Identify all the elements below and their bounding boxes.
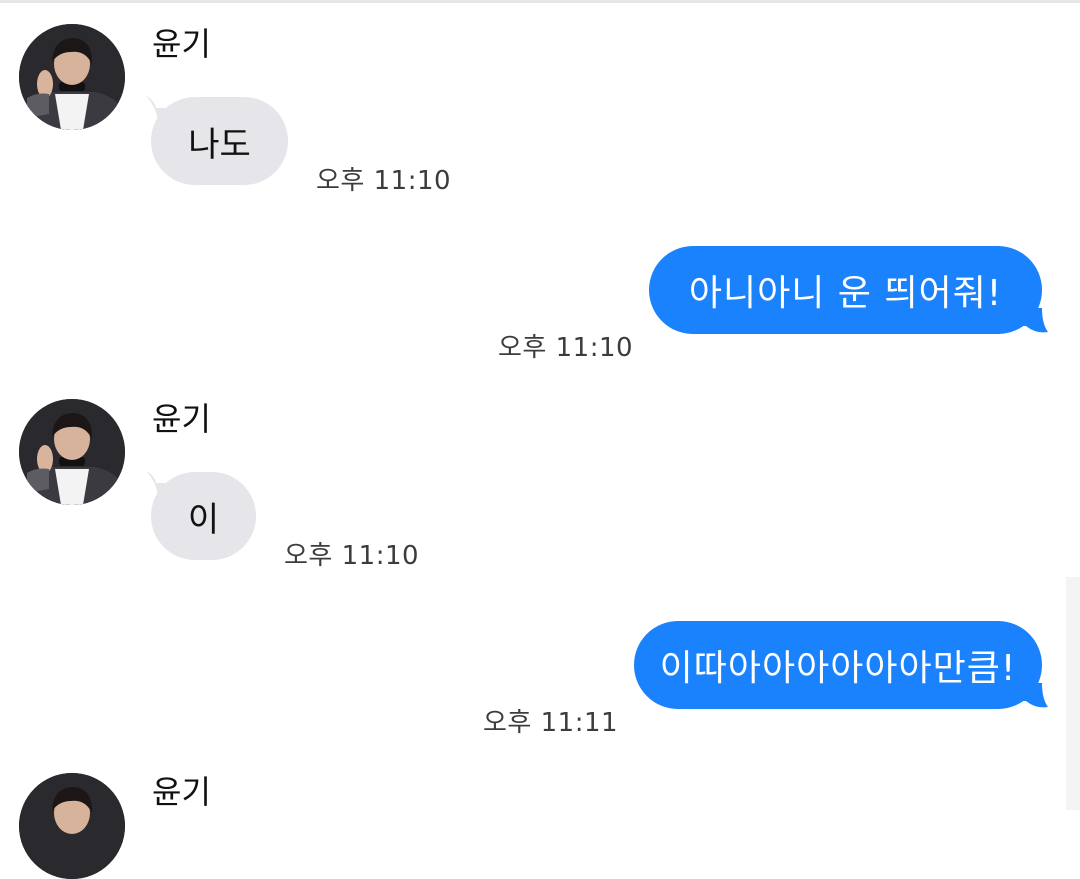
message-text: 이 bbox=[187, 499, 220, 540]
message-bubble-outgoing[interactable]: 아니아니 운 띄어줘! bbox=[649, 246, 1042, 334]
message-text: 아니아니 운 띄어줘! bbox=[688, 273, 1003, 314]
sender-name: 윤기 bbox=[152, 25, 211, 63]
top-divider bbox=[0, 0, 1080, 3]
message-text: 나도 bbox=[188, 124, 251, 165]
message-text: 이따아아아아아아만큼! bbox=[659, 648, 1017, 689]
bubble-tail bbox=[1020, 683, 1048, 708]
sender-name: 윤기 bbox=[152, 400, 211, 438]
message-bubble-incoming[interactable]: 나도 bbox=[151, 97, 288, 185]
message-timestamp: 오후 11:10 bbox=[316, 166, 452, 196]
scroll-edge bbox=[1066, 577, 1080, 810]
bubble-tail bbox=[1020, 308, 1048, 333]
message-timestamp: 오후 11:11 bbox=[483, 708, 619, 738]
message-timestamp: 오후 11:10 bbox=[284, 541, 420, 571]
sender-name: 윤기 bbox=[152, 773, 211, 811]
contact-avatar[interactable] bbox=[19, 773, 125, 879]
message-bubble-incoming[interactable]: 이 bbox=[151, 472, 256, 560]
contact-avatar[interactable] bbox=[19, 24, 125, 130]
contact-avatar[interactable] bbox=[19, 399, 125, 505]
message-bubble-outgoing[interactable]: 이따아아아아아아만큼! bbox=[634, 621, 1042, 709]
message-timestamp: 오후 11:10 bbox=[498, 333, 634, 363]
